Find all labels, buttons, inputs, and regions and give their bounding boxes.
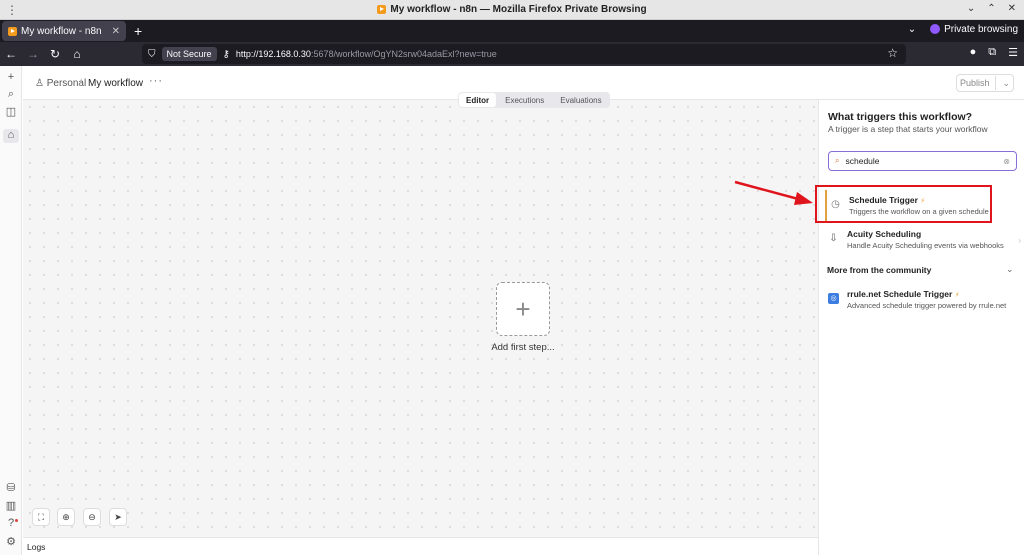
extension-icon[interactable]: ● xyxy=(970,46,977,59)
n8n-favicon-icon xyxy=(377,5,387,14)
search-icon[interactable]: ⌕ xyxy=(3,88,19,102)
back-icon[interactable]: ← xyxy=(0,47,22,61)
close-tab-icon[interactable]: ✕ xyxy=(112,26,120,37)
chevron-down-icon[interactable]: ⌄ xyxy=(1006,264,1014,275)
private-browsing-indicator: Private browsing xyxy=(930,24,1018,35)
extensions-puzzle-icon[interactable]: ⧉ xyxy=(988,46,996,59)
shield-icon[interactable]: ⛉ xyxy=(148,49,156,60)
browser-tab[interactable]: My workflow - n8n ✕ xyxy=(2,21,126,41)
panel-heading: What triggers this workflow? xyxy=(828,111,973,123)
add-icon[interactable]: + xyxy=(3,71,19,85)
result-acuity-scheduling[interactable]: ⇩ Acuity Scheduling Handle Acuity Schedu… xyxy=(825,224,1023,256)
search-input[interactable] xyxy=(845,156,986,166)
notification-dot xyxy=(15,519,18,522)
bookmark-star-icon[interactable]: ☆ xyxy=(887,46,898,60)
highlight-box xyxy=(815,185,992,223)
settings-gear-icon[interactable]: ⚙ xyxy=(3,535,19,549)
private-mask-icon xyxy=(930,24,941,35)
rrule-icon: ◎ xyxy=(828,293,839,304)
publish-button[interactable]: Publish ⌄ xyxy=(956,74,1014,92)
community-section-heading[interactable]: More from the community xyxy=(827,265,931,275)
chevron-down-icon[interactable]: ⌄ xyxy=(1002,78,1010,89)
home-icon[interactable]: ⌂ xyxy=(66,47,88,61)
insights-chart-icon[interactable]: ▥ xyxy=(3,499,19,513)
workflow-more-menu-icon[interactable]: ··· xyxy=(149,75,163,87)
maximize-icon[interactable]: ⌃ xyxy=(987,3,995,14)
reload-icon[interactable]: ↻ xyxy=(44,47,66,61)
window-menu-icon[interactable]: ⋮ xyxy=(6,3,18,17)
not-secure-badge[interactable]: Not Secure xyxy=(161,47,217,61)
hamburger-menu-icon[interactable]: ☰ xyxy=(1008,46,1018,59)
view-tabs: Editor Executions Evaluations xyxy=(458,92,610,108)
window-titlebar: ⋮ My workflow - n8n — Mozilla Firefox Pr… xyxy=(0,0,1024,20)
zoom-in-icon[interactable]: ⊕ xyxy=(57,508,75,526)
browser-tabbar: My workflow - n8n ✕ + ⌄ Private browsing xyxy=(0,20,1024,42)
workflow-name[interactable]: My workflow xyxy=(88,78,143,89)
close-window-icon[interactable]: ✕ xyxy=(1008,3,1016,14)
app-sidebar: + ⌕ ◫ ⌂ ⛁ ▥ ? ⚙ xyxy=(0,66,22,555)
search-icon: ⌕ xyxy=(835,156,840,165)
toggle-sidebar-icon[interactable]: ◫ xyxy=(3,105,19,119)
add-first-step-label: Add first step... xyxy=(491,342,555,353)
logs-bar[interactable]: Logs xyxy=(23,537,818,555)
url-bar[interactable]: ⛉ Not Secure ⚷ http://192.168.0.30:5678/… xyxy=(142,44,906,64)
url-text[interactable]: http://192.168.0.30:5678/workflow/OgYN2s… xyxy=(236,49,497,59)
workflow-canvas[interactable] xyxy=(23,100,818,537)
user-icon: ♙ xyxy=(35,78,44,89)
new-tab-button[interactable]: + xyxy=(134,23,142,39)
tab-executions[interactable]: Executions xyxy=(498,93,551,107)
pointer-mode-icon[interactable]: ➤ xyxy=(109,508,127,526)
tab-favicon-icon xyxy=(8,26,17,36)
add-first-step-button[interactable]: + xyxy=(496,282,550,336)
clear-search-icon[interactable]: ⊗ xyxy=(1003,157,1010,166)
tab-editor[interactable]: Editor xyxy=(459,93,497,107)
help-icon[interactable]: ? xyxy=(3,517,19,531)
acuity-icon: ⇩ xyxy=(829,233,838,244)
tab-title: My workflow - n8n xyxy=(21,25,102,37)
node-search-field[interactable]: ⌕ ⊗ xyxy=(828,151,1017,171)
bolt-icon: ⚡ xyxy=(954,292,960,299)
templates-icon[interactable]: ⛁ xyxy=(3,481,19,495)
panel-subheading: A trigger is a step that starts your wor… xyxy=(828,124,988,134)
tab-list-icon[interactable]: ⌄ xyxy=(908,24,916,35)
minimize-icon[interactable]: ⌄ xyxy=(967,3,975,14)
tab-evaluations[interactable]: Evaluations xyxy=(553,93,608,107)
logs-label: Logs xyxy=(27,542,46,552)
annotation-arrow-icon xyxy=(734,180,813,205)
trigger-panel: What triggers this workflow? A trigger i… xyxy=(818,100,1024,555)
result-rrule-schedule-trigger[interactable]: ◎ rrule.net Schedule Trigger ⚡ Advanced … xyxy=(825,284,1023,316)
window-controls: ⌄ ⌃ ✕ xyxy=(967,3,1016,14)
browser-navbar: ← → ↻ ⌂ ⛉ Not Secure ⚷ http://192.168.0.… xyxy=(0,42,1024,66)
forward-icon[interactable]: → xyxy=(22,47,44,61)
breadcrumb-separator: / xyxy=(79,78,82,89)
fit-view-icon[interactable]: ⛶ xyxy=(32,508,50,526)
home-overview-icon[interactable]: ⌂ xyxy=(3,129,19,143)
publish-divider xyxy=(995,76,997,90)
window-title: My workflow - n8n — Mozilla Firefox Priv… xyxy=(377,4,647,15)
chevron-right-icon: › xyxy=(1018,236,1021,245)
zoom-out-icon[interactable]: ⊖ xyxy=(83,508,101,526)
permissions-key-icon[interactable]: ⚷ xyxy=(223,49,230,60)
